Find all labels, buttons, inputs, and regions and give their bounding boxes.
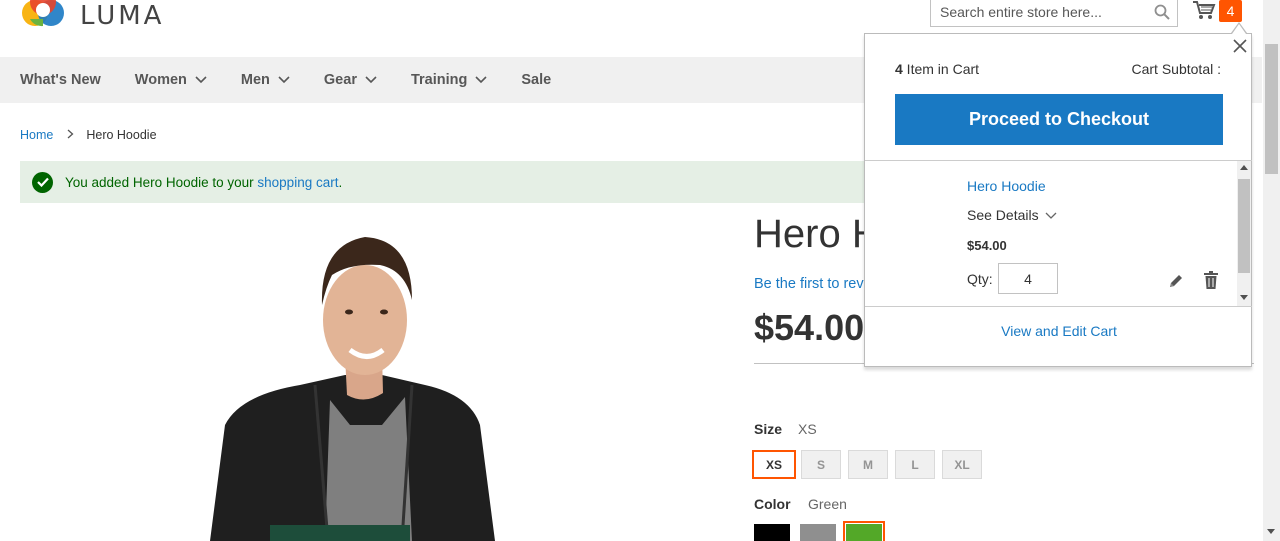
qty-input[interactable] — [998, 263, 1058, 294]
scroll-up-arrow-icon[interactable] — [1240, 165, 1248, 170]
proceed-to-checkout-button[interactable]: Proceed to Checkout — [895, 94, 1223, 145]
breadcrumb: Home Hero Hoodie — [20, 128, 157, 142]
minicart-scrollbar[interactable] — [1237, 161, 1251, 306]
logo-text: LUMA — [80, 1, 165, 31]
scroll-down-arrow-icon[interactable] — [1267, 529, 1275, 534]
nav-item-label: What's New — [20, 72, 101, 88]
size-selected-value: XS — [798, 421, 817, 437]
nav-item-gear[interactable]: Gear — [324, 72, 377, 88]
scroll-down-arrow-icon[interactable] — [1240, 295, 1248, 300]
search-box — [930, 0, 1178, 27]
nav-item-women[interactable]: Women — [135, 72, 207, 88]
review-link[interactable]: Be the first to rev — [754, 276, 864, 292]
minicart-count-number: 4 — [895, 61, 903, 77]
luma-logo[interactable]: LUMA — [20, 0, 164, 32]
minicart-button[interactable]: 4 — [1192, 0, 1244, 24]
search-input[interactable] — [931, 0, 1147, 26]
breadcrumb-current: Hero Hoodie — [86, 128, 157, 142]
success-message: You added Hero Hoodie to your shopping c… — [20, 161, 890, 203]
nav-item-sale[interactable]: Sale — [521, 72, 551, 88]
chevron-down-icon — [195, 72, 207, 88]
cart-subtotal-label: Cart Subtotal : — [1131, 61, 1222, 77]
chevron-down-icon — [365, 72, 377, 88]
size-swatch-s[interactable]: S — [801, 450, 841, 479]
minicart-item-price: $54.00 — [967, 238, 1007, 253]
cart-icon — [1192, 0, 1216, 26]
pencil-edit-icon[interactable] — [1168, 273, 1184, 289]
size-label: Size — [754, 421, 783, 437]
chevron-right-icon — [67, 128, 74, 142]
close-icon[interactable] — [1232, 38, 1248, 54]
color-swatch-gray[interactable] — [800, 524, 836, 541]
search-icon[interactable] — [1147, 0, 1177, 27]
size-swatch-l[interactable]: L — [895, 450, 935, 479]
color-selected-value: Green — [808, 496, 847, 512]
nav-item-label: Training — [410, 72, 468, 88]
page-scrollbar[interactable] — [1263, 0, 1280, 541]
nav-item-label: Women — [134, 72, 187, 88]
size-swatch-m[interactable]: M — [848, 450, 888, 479]
nav-item-label: Sale — [521, 72, 552, 88]
trash-delete-icon[interactable] — [1203, 271, 1219, 289]
chevron-down-icon — [475, 72, 487, 88]
message-text: You added Hero Hoodie to your — [65, 174, 254, 190]
product-title: Hero H — [754, 212, 881, 256]
chevron-down-icon — [1045, 207, 1057, 223]
color-swatch-black[interactable] — [754, 524, 790, 541]
color-swatch-green[interactable] — [843, 521, 885, 541]
minicart-item-list: Hero Hoodie See Details $54.00 Qty: — [865, 160, 1252, 307]
minicart-dropdown: 4 Item in Cart Cart Subtotal : Proceed t… — [864, 33, 1252, 367]
nav-item-men[interactable]: Men — [241, 72, 290, 88]
luma-logo-icon — [20, 0, 66, 32]
nav-item-training[interactable]: Training — [411, 72, 487, 88]
breadcrumb-home-link[interactable]: Home — [20, 128, 53, 142]
shopping-cart-link[interactable]: shopping cart — [257, 175, 338, 190]
product-image[interactable] — [150, 225, 570, 541]
minicart-arrow-inner — [1232, 24, 1246, 34]
cart-counter-badge: 4 — [1219, 0, 1242, 22]
see-details-label: See Details — [967, 207, 1039, 223]
size-swatch-xl[interactable]: XL — [942, 450, 982, 479]
size-swatch-xs[interactable]: XS — [752, 450, 796, 479]
minicart-item-count: 4 Item in Cart — [895, 61, 979, 77]
product-price: $54.00 — [754, 307, 865, 348]
chevron-down-icon — [278, 72, 290, 88]
see-details-toggle[interactable]: See Details — [967, 207, 1057, 223]
message-suffix: . — [338, 174, 343, 190]
nav-item-label: Men — [240, 72, 270, 88]
minicart-item-name-link[interactable]: Hero Hoodie — [967, 178, 1046, 194]
view-and-edit-cart-link[interactable]: View and Edit Cart — [865, 323, 1253, 339]
nav-item-whats-new[interactable]: What's New — [20, 72, 101, 88]
qty-label: Qty: — [967, 271, 993, 287]
page-scrollbar-thumb[interactable] — [1265, 44, 1278, 174]
checkmark-icon — [32, 171, 53, 193]
nav-item-label: Gear — [323, 72, 357, 88]
color-label: Color — [754, 496, 791, 512]
minicart-count-text: Item in Cart — [902, 61, 980, 77]
scrollbar-thumb[interactable] — [1238, 179, 1250, 273]
